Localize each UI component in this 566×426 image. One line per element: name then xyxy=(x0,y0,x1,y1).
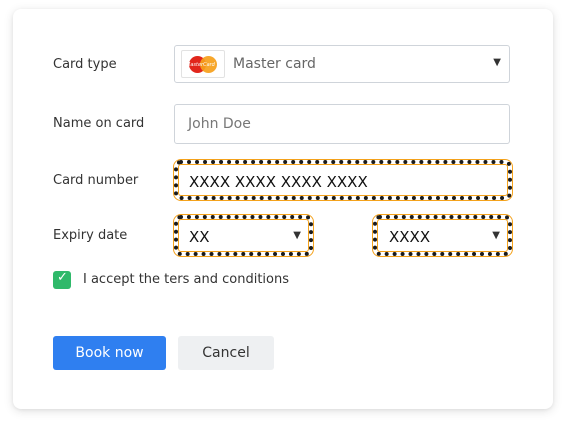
cancel-button[interactable]: Cancel xyxy=(178,336,274,370)
check-icon: ✓ xyxy=(57,270,68,285)
accept-terms-label: I accept the ters and conditions xyxy=(83,272,289,287)
mastercard-logo-icon: MasterCard xyxy=(181,50,225,78)
expiry-month-select[interactable]: XX ▼ xyxy=(174,215,313,256)
expiry-year-value: XXXX xyxy=(389,228,431,246)
name-on-card-label: Name on card xyxy=(53,116,145,131)
name-on-card-placeholder: John Doe xyxy=(188,116,251,132)
expiry-date-label: Expiry date xyxy=(53,228,128,243)
chevron-down-icon: ▼ xyxy=(293,230,301,241)
card-type-label: Card type xyxy=(53,57,117,72)
chevron-down-icon: ▼ xyxy=(492,230,500,241)
card-number-label: Card number xyxy=(53,173,139,188)
card-number-placeholder: XXXX XXXX XXXX XXXX xyxy=(189,173,368,191)
mastercard-logo-text: MasterCard xyxy=(186,62,215,68)
card-type-value: Master card xyxy=(233,56,316,72)
card-type-select[interactable]: MasterCard Master card ▼ xyxy=(174,45,510,83)
expiry-month-value: XX xyxy=(189,228,210,246)
expiry-year-select[interactable]: XXXX ▼ xyxy=(373,215,512,256)
accept-terms-checkbox[interactable]: ✓ xyxy=(53,270,71,289)
name-on-card-input[interactable]: John Doe xyxy=(174,104,510,144)
book-now-button[interactable]: Book now xyxy=(53,336,166,370)
payment-form-card: Card type MasterCard Master card ▼ Name … xyxy=(13,9,553,409)
chevron-down-icon: ▼ xyxy=(493,57,501,68)
card-number-input[interactable]: XXXX XXXX XXXX XXXX xyxy=(174,160,512,200)
